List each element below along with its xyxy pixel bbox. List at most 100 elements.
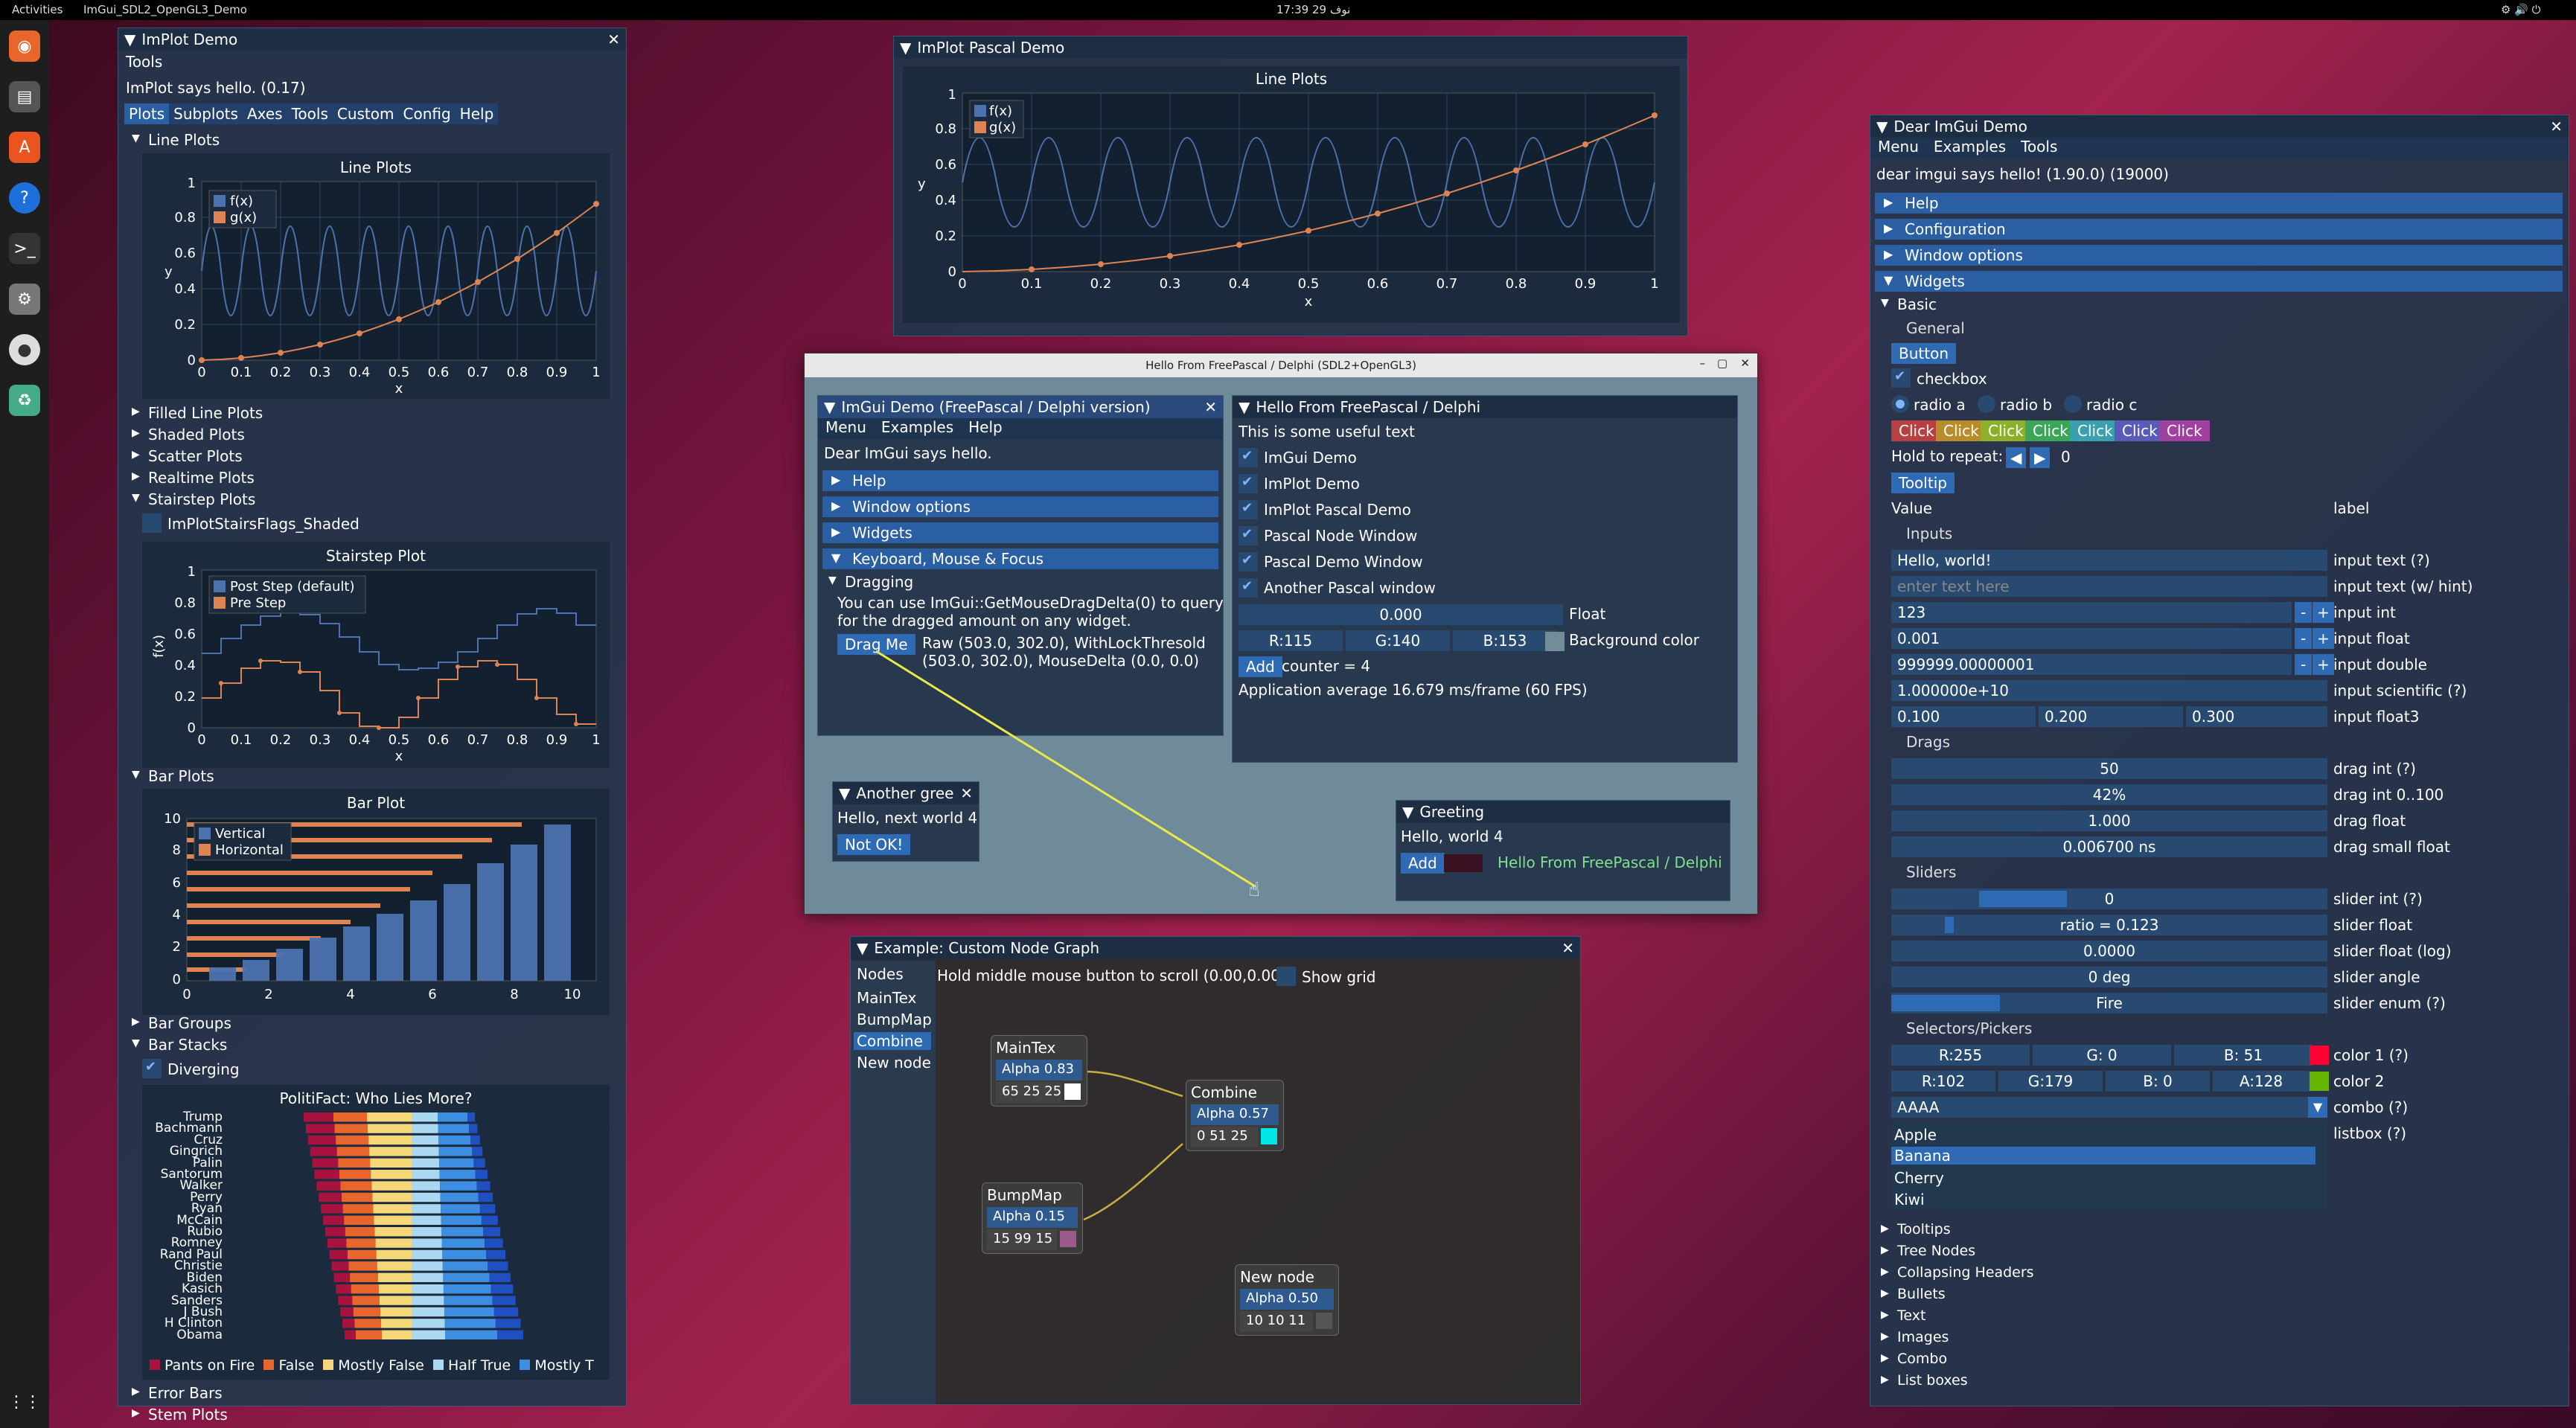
- listbox[interactable]: Apple Banana Cherry Kiwi: [1891, 1123, 2327, 1209]
- input-hint[interactable]: enter text here: [1891, 576, 2327, 597]
- tree-bar-groups[interactable]: Bar Groups: [129, 1014, 231, 1032]
- tree-filled-line-plots[interactable]: Filled Line Plots: [129, 404, 263, 422]
- tab-subplots[interactable]: Subplots: [169, 103, 243, 124]
- tree-line-plots[interactable]: Line Plots: [129, 131, 220, 149]
- slider-enum[interactable]: Fire: [1891, 993, 2327, 1014]
- terminal-icon[interactable]: >_: [9, 233, 40, 264]
- input-float3-z[interactable]: 0.300: [2186, 706, 2327, 727]
- node-color-swatch[interactable]: [1060, 1231, 1076, 1247]
- input-double[interactable]: 999999.00000001: [1891, 654, 2292, 675]
- tree-collapsing-headers[interactable]: Collapsing Headers: [1878, 1264, 2034, 1281]
- slider-int[interactable]: 0: [1891, 889, 2327, 909]
- listbox-item[interactable]: Kiwi: [1894, 1191, 1925, 1208]
- click-button-red[interactable]: Click: [1891, 420, 1942, 441]
- node-maintex[interactable]: MainTex Alpha 0.83 65 25 25: [991, 1035, 1087, 1107]
- node-color-swatch[interactable]: [1261, 1128, 1277, 1144]
- app-menu[interactable]: ImGui_SDL2_OpenGL3_Demo: [83, 3, 247, 16]
- node-color-field[interactable]: 10 10 11: [1240, 1311, 1313, 1332]
- legend-mostly-false[interactable]: Mostly False: [338, 1357, 424, 1374]
- slider-int-grab[interactable]: [1979, 891, 2067, 907]
- tree-stem-plots[interactable]: Stem Plots: [129, 1406, 228, 1424]
- input-float[interactable]: 0.001: [1891, 628, 2292, 649]
- node-color-field[interactable]: 0 51 25: [1191, 1127, 1258, 1147]
- tree-list-boxes[interactable]: List boxes: [1878, 1372, 1968, 1389]
- tree-text[interactable]: Text: [1878, 1307, 1925, 1324]
- legend-post-step[interactable]: Post Step (default): [230, 579, 354, 595]
- trash-icon[interactable]: ♻: [9, 385, 40, 416]
- click-button-orange[interactable]: Click: [1936, 420, 1987, 441]
- apps-grid-icon[interactable]: ⋮⋮: [8, 1386, 41, 1418]
- header-configuration[interactable]: Configuration: [1875, 219, 2563, 240]
- node-alpha-slider[interactable]: Alpha 0.50: [1240, 1289, 1334, 1310]
- tree-tooltips[interactable]: Tooltips: [1878, 1221, 1951, 1238]
- close-icon[interactable]: ✕: [607, 31, 620, 48]
- tab-config[interactable]: Config: [398, 103, 456, 124]
- legend-pre-step[interactable]: Pre Step: [230, 595, 286, 611]
- tree-basic[interactable]: Basic: [1878, 295, 1937, 313]
- legend-vertical[interactable]: Vertical: [215, 826, 265, 842]
- files-icon[interactable]: ▤: [9, 81, 40, 112]
- node-new[interactable]: New node Alpha 0.50 10 10 11: [1235, 1264, 1339, 1336]
- drag-float[interactable]: 1.000: [1891, 810, 2327, 831]
- click-button-teal[interactable]: Click: [2070, 420, 2120, 441]
- collapse-arrow-icon[interactable]: ▼: [124, 31, 135, 48]
- clock[interactable]: 17:39 29 نوف: [1276, 3, 1350, 16]
- input-float3-y[interactable]: 0.200: [2039, 706, 2183, 727]
- legend-horizontal[interactable]: Horizontal: [215, 842, 284, 858]
- input-float-minus[interactable]: -: [2295, 628, 2313, 649]
- diverging-checkbox[interactable]: [142, 1059, 162, 1078]
- color2-swatch[interactable]: [2310, 1072, 2329, 1091]
- bar-plot[interactable]: Bar Plot Vertical Horizontal 0 2 4 6 8 10 0 2 4…: [142, 789, 610, 1015]
- slider-enum-grab[interactable]: [1891, 995, 2000, 1011]
- tree-error-bars[interactable]: Error Bars: [129, 1384, 223, 1402]
- tree-realtime-plots[interactable]: Realtime Plots: [129, 469, 255, 487]
- tree-stairstep-plots[interactable]: Stairstep Plots: [129, 490, 255, 508]
- activities-button[interactable]: Activities: [12, 3, 63, 16]
- node-alpha-slider[interactable]: Alpha 0.15: [987, 1207, 1078, 1228]
- drag-small-float[interactable]: 0.006700 ns: [1891, 836, 2327, 857]
- menu-menu[interactable]: Menu: [1878, 138, 1919, 156]
- header-window-options[interactable]: Window options: [1875, 245, 2563, 266]
- input-float-plus[interactable]: +: [2313, 628, 2334, 649]
- legend-half-true[interactable]: Half True: [448, 1357, 511, 1374]
- node-color-swatch[interactable]: [1064, 1083, 1081, 1100]
- collapse-arrow-icon[interactable]: ▼: [1876, 118, 1888, 135]
- menu-examples[interactable]: Examples: [1934, 138, 2006, 156]
- slider-angle[interactable]: 0 deg: [1891, 967, 2327, 987]
- tools-menu[interactable]: Tools: [126, 53, 162, 71]
- slider-float-grab[interactable]: [1945, 917, 1954, 933]
- node-alpha-slider[interactable]: Alpha 0.57: [1191, 1104, 1279, 1125]
- node-alpha-slider[interactable]: Alpha 0.83: [996, 1060, 1082, 1080]
- click-button-green[interactable]: Click: [2025, 420, 2076, 441]
- basic-button[interactable]: Button: [1891, 343, 1956, 364]
- tree-bar-stacks[interactable]: Bar Stacks: [129, 1036, 227, 1054]
- listbox-item[interactable]: Apple: [1894, 1126, 1937, 1144]
- close-icon[interactable]: ✕: [2550, 118, 2563, 135]
- firefox-icon[interactable]: ◉: [9, 31, 40, 62]
- radio-a[interactable]: [1891, 395, 1909, 413]
- tree-bar-plots[interactable]: Bar Plots: [129, 767, 214, 785]
- tree-combo[interactable]: Combo: [1878, 1351, 1947, 1367]
- system-tray[interactable]: ⚙ 🔊 ⏻: [2501, 3, 2541, 16]
- color1-b[interactable]: B: 51: [2174, 1045, 2313, 1066]
- node-color-swatch[interactable]: [1316, 1313, 1332, 1329]
- click-button-lime[interactable]: Click: [1981, 420, 2031, 441]
- color2-a[interactable]: A:128: [2213, 1071, 2310, 1092]
- help-icon[interactable]: ?: [9, 182, 40, 214]
- tab-tools[interactable]: Tools: [287, 103, 333, 124]
- node-color-field[interactable]: 65 25 25: [996, 1082, 1061, 1103]
- tab-axes[interactable]: Axes: [242, 103, 287, 124]
- tree-images[interactable]: Images: [1878, 1329, 1949, 1345]
- drag-int[interactable]: 50: [1891, 758, 2327, 779]
- tree-bullets[interactable]: Bullets: [1878, 1286, 1946, 1302]
- node-color-field[interactable]: 15 99 15: [987, 1229, 1057, 1250]
- node-bumpmap[interactable]: BumpMap Alpha 0.15 15 99 15: [982, 1182, 1083, 1254]
- implot-title-bar[interactable]: ▼ ImPlot Demo ✕: [118, 28, 626, 51]
- basic-checkbox[interactable]: [1891, 368, 1911, 388]
- color1-swatch[interactable]: [2310, 1046, 2329, 1065]
- color2-g[interactable]: G:179: [1998, 1071, 2103, 1092]
- dear-title-bar[interactable]: ▼ Dear ImGui Demo ✕: [1870, 115, 2569, 138]
- tree-tree-nodes[interactable]: Tree Nodes: [1878, 1243, 1975, 1259]
- tooltip-button[interactable]: Tooltip: [1891, 473, 1955, 493]
- slider-float-log[interactable]: 0.0000: [1891, 941, 2327, 961]
